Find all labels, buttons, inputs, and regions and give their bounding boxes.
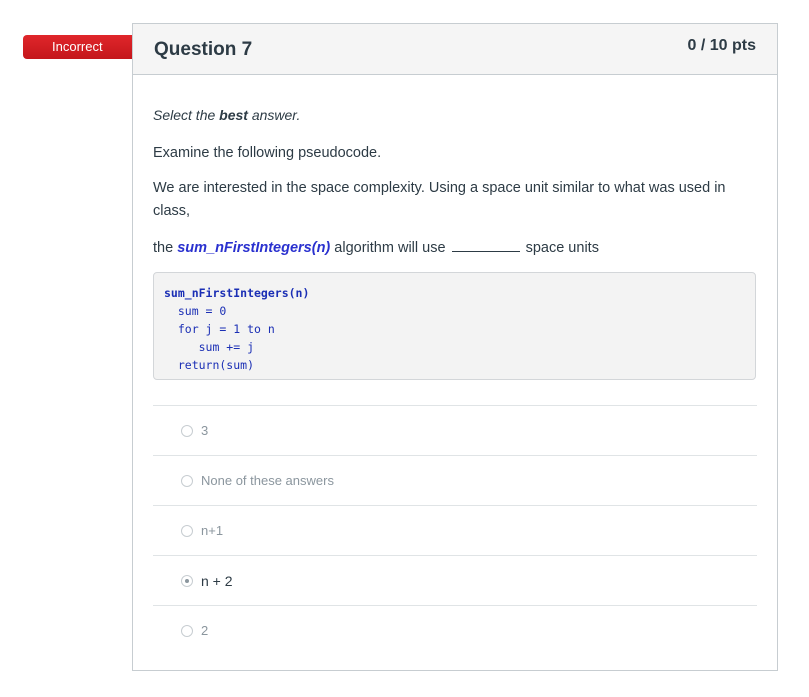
question-points: 0 / 10 pts (687, 37, 756, 54)
answer-label: n+1 (201, 523, 224, 538)
answer-label: n + 2 (201, 573, 233, 589)
instruction-text: Select the best answer. (153, 107, 301, 123)
radio-button[interactable] (181, 625, 193, 637)
answer-option[interactable]: 2 (153, 605, 757, 655)
incorrect-badge: Incorrect (23, 35, 155, 59)
question-title: Question 7 (154, 39, 253, 60)
code-line: for j = 1 to n (164, 322, 275, 336)
answer-label: 3 (201, 423, 209, 438)
question-paragraph-1: Examine the following pseudocode. (153, 145, 382, 161)
answer-label: None of these answers (201, 473, 334, 488)
radio-button[interactable] (181, 425, 193, 437)
question-header: Question 7 0 / 10 pts (133, 24, 777, 75)
function-name: sum_nFirstIntegers(n) (177, 240, 331, 256)
question-paragraph-2: We are interested in the space complexit… (153, 180, 726, 219)
radio-button[interactable] (181, 525, 193, 537)
code-line: sum = 0 (164, 304, 227, 318)
code-line: sum_nFirstIntegers(n) (164, 286, 310, 300)
answer-option-selected[interactable]: n + 2 (153, 555, 757, 605)
answer-list: 3 None of these answers n+1 n + 2 2 (153, 405, 757, 655)
answer-option[interactable]: 3 (153, 405, 757, 455)
answer-option[interactable]: None of these answers (153, 455, 757, 505)
answer-option[interactable]: n+1 (153, 505, 757, 555)
radio-button[interactable] (181, 475, 193, 487)
code-line: sum += j (164, 340, 255, 354)
question-paragraph-3: the sum_nFirstIntegers(n) algorithm will… (153, 237, 753, 260)
code-line: return(sum) (164, 358, 255, 372)
answer-label: 2 (201, 623, 209, 638)
question-card: Question 7 0 / 10 pts Select the best an… (132, 23, 778, 671)
pseudocode-block: sum_nFirstIntegers(n) sum = 0 for j = 1 … (153, 272, 756, 380)
fill-blank (451, 237, 520, 252)
radio-button-checked[interactable] (181, 575, 193, 587)
